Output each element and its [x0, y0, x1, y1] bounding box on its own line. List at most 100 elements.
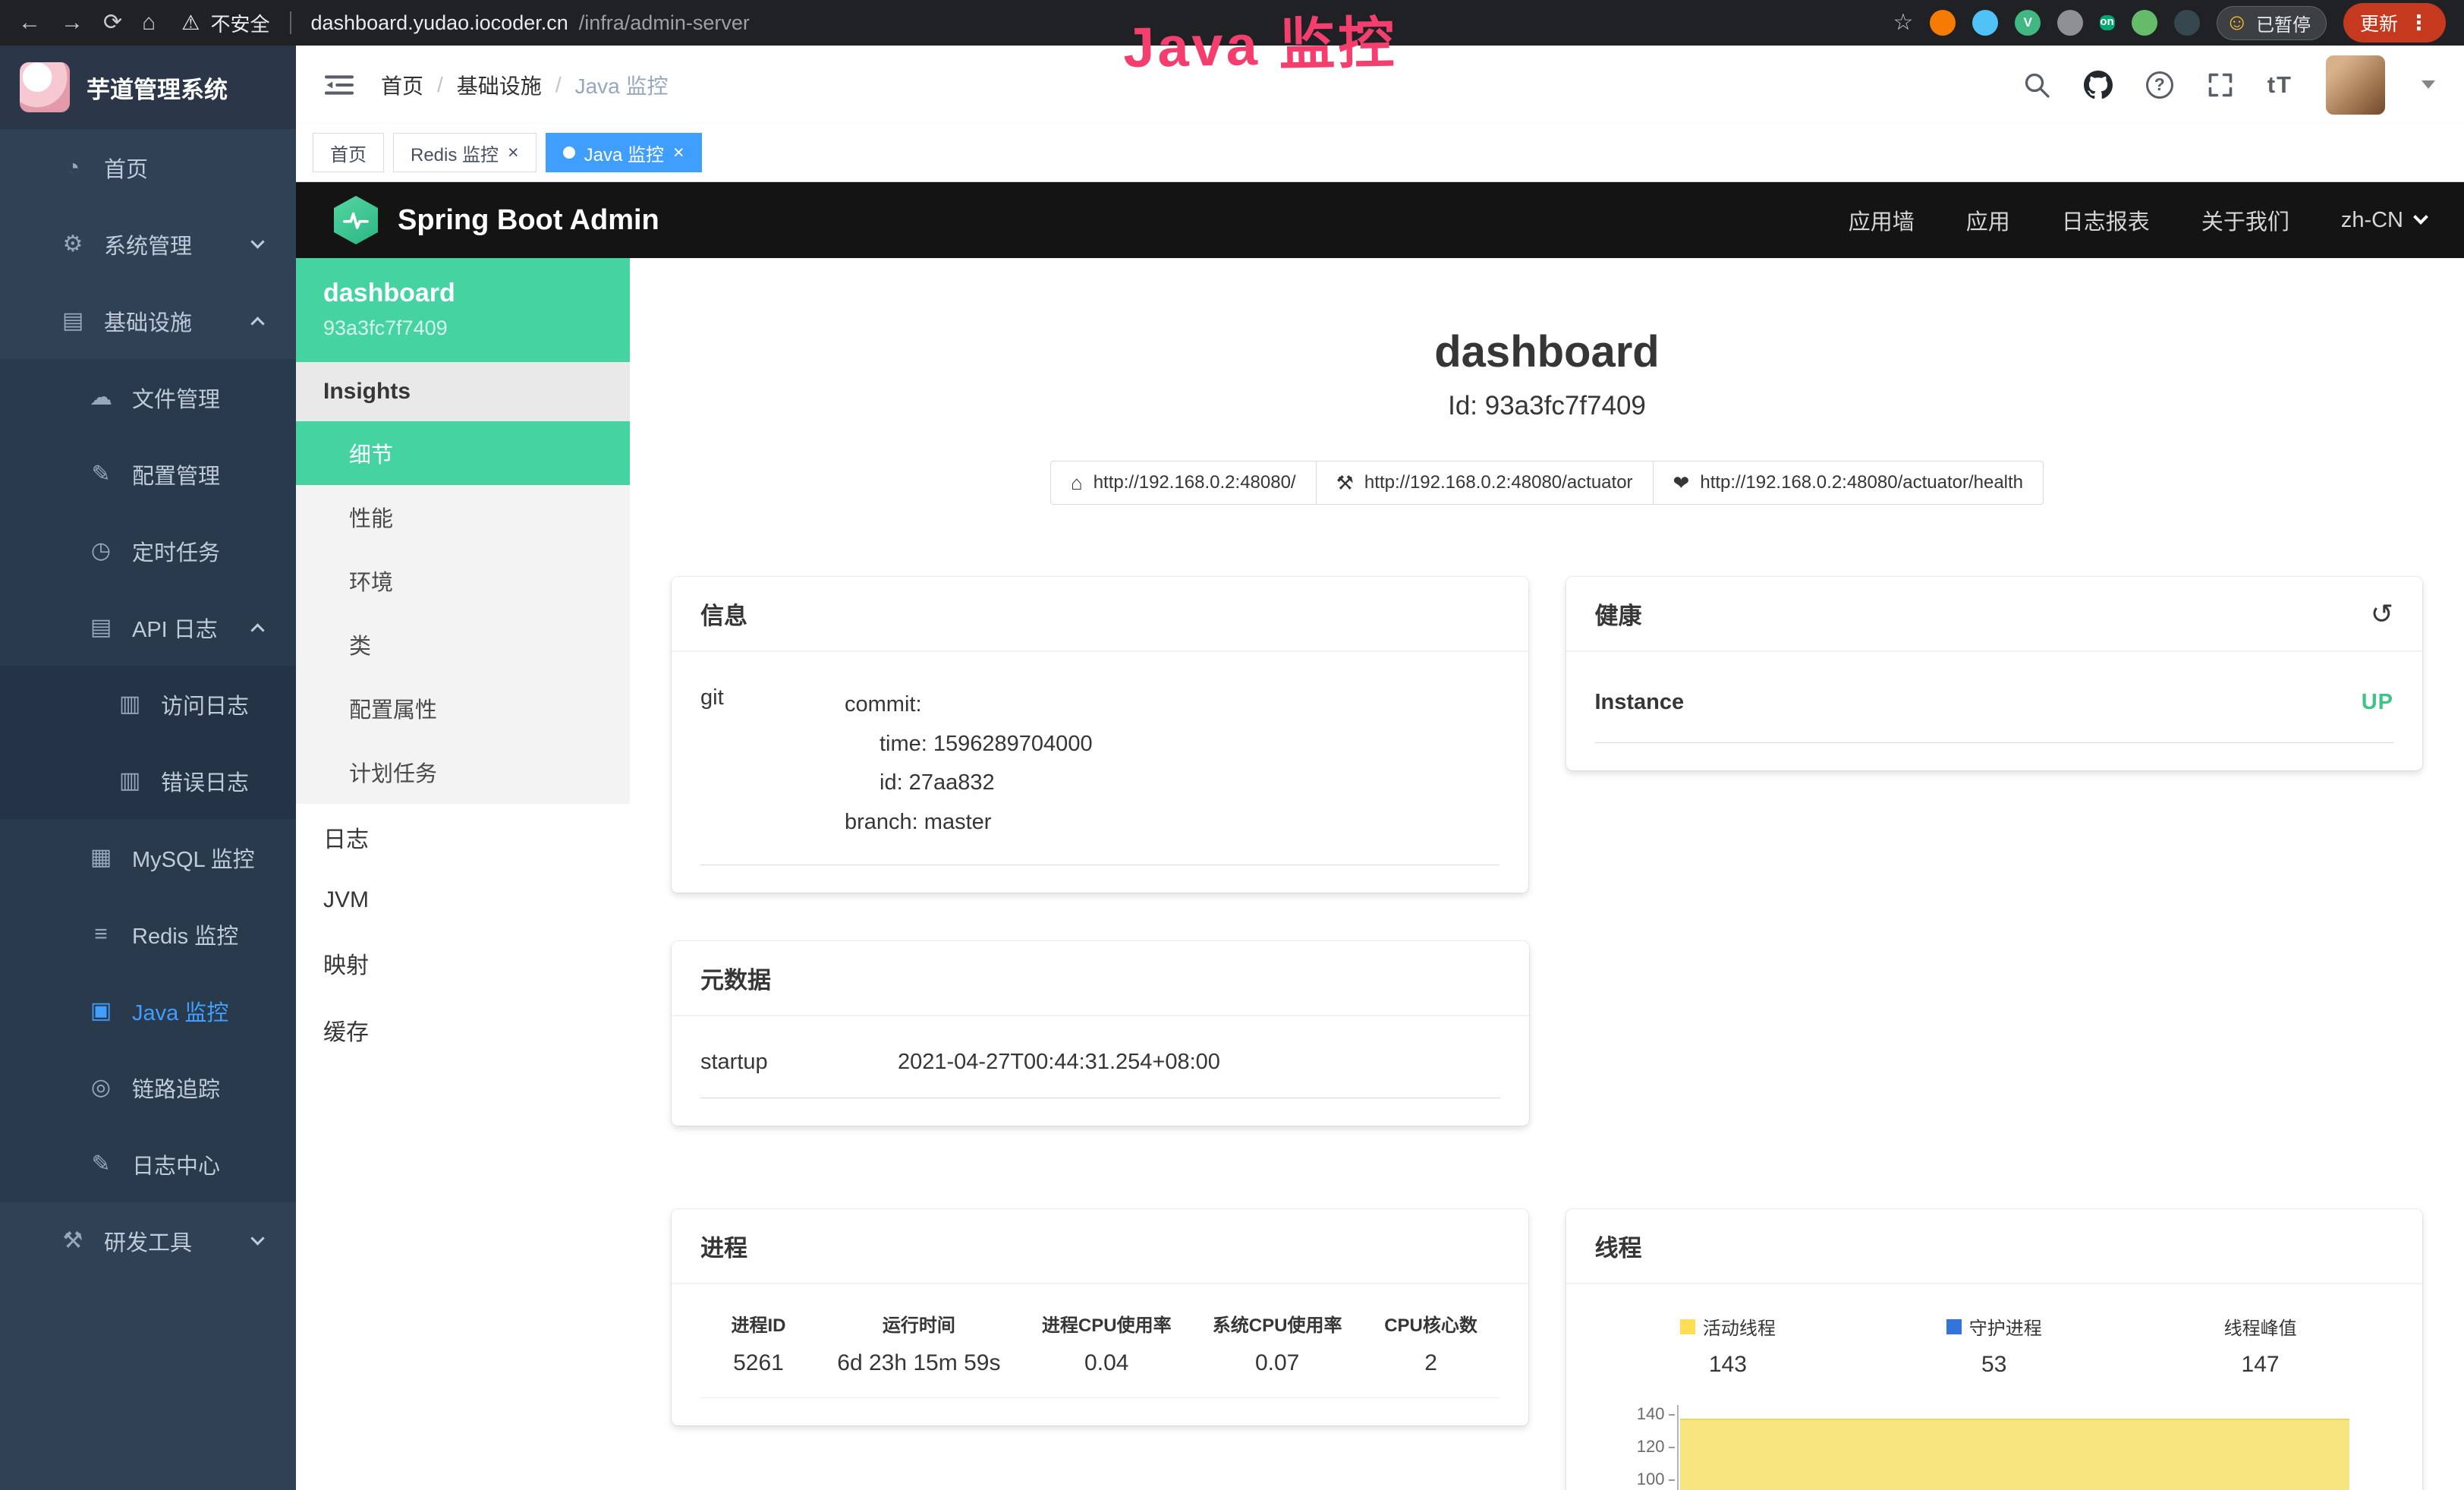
sba-nav-details[interactable]: 细节	[296, 421, 630, 485]
user-avatar[interactable]	[2326, 55, 2385, 115]
sidebar-item-label: 文件管理	[132, 382, 220, 414]
sba-nav-mappings[interactable]: 映射	[296, 930, 630, 997]
sba-nav-logs[interactable]: 日志	[296, 804, 630, 871]
sidebar-item-java-monitor[interactable]: ▣ Java 监控	[0, 972, 296, 1049]
actuator-url-button[interactable]: ⚒ http://192.168.0.2:48080/actuator	[1316, 461, 1654, 505]
extensions-puzzle-icon[interactable]	[2057, 10, 2083, 36]
metadata-card: 元数据 startup 2021-04-27T00:44:31.254+08:0…	[672, 941, 1529, 1126]
url-path: /infra/admin-server	[579, 11, 750, 35]
sidebar-item-label: 首页	[104, 152, 148, 184]
extension-icon-leaf[interactable]	[2132, 10, 2157, 36]
reload-icon[interactable]: ⟳	[103, 11, 122, 34]
sidebar-item-dev-tools[interactable]: ⚒ 研发工具	[0, 1202, 296, 1279]
health-instance-row[interactable]: Instance UP	[1595, 666, 2394, 743]
search-icon[interactable]	[2023, 71, 2050, 99]
font-size-icon[interactable]: tT	[2267, 71, 2292, 99]
bookmark-star-icon[interactable]: ☆	[1893, 11, 1913, 34]
sidebar-item-config-management[interactable]: ✎ 配置管理	[0, 436, 296, 512]
extension-icon-blue[interactable]	[1972, 10, 1998, 36]
sidebar-item-mysql-monitor[interactable]: ▦ MySQL 监控	[0, 819, 296, 896]
caret-down-icon[interactable]	[2422, 80, 2435, 89]
sidebar-item-infrastructure[interactable]: ▤ 基础设施	[0, 282, 296, 359]
browser-update-button[interactable]: 更新 ⋮	[2343, 3, 2446, 43]
forward-icon[interactable]: →	[61, 11, 83, 34]
instance-title: dashboard	[672, 330, 2422, 374]
update-label: 更新	[2360, 9, 2398, 36]
tab-redis-monitor[interactable]: Redis 监控 ×	[393, 133, 537, 172]
sba-nav-wallboard[interactable]: 应用墙	[1849, 204, 1915, 236]
sba-nav-journal[interactable]: 日志报表	[2062, 204, 2150, 236]
instance-url-button[interactable]: ⌂ http://192.168.0.2:48080/	[1050, 461, 1317, 505]
edit-icon: ✎	[85, 1151, 117, 1177]
extension-icon-orange[interactable]	[1930, 10, 1956, 36]
sba-nav-config-props[interactable]: 配置属性	[296, 676, 630, 740]
sba-nav-applications[interactable]: 应用	[1966, 204, 2010, 236]
locale-selector[interactable]: zh-CN	[2341, 208, 2426, 233]
git-branch: branch: master	[845, 803, 1093, 843]
sidebar-item-trace[interactable]: ◎ 链路追踪	[0, 1049, 296, 1126]
close-icon[interactable]: ×	[673, 143, 684, 162]
sba-nav-about[interactable]: 关于我们	[2201, 204, 2289, 236]
browser-home-icon[interactable]: ⌂	[142, 11, 156, 34]
paused-extension-badge[interactable]: ☺ 已暂停	[2217, 6, 2327, 40]
sidebar-item-label: 系统管理	[104, 228, 192, 260]
sba-nav-scheduled-tasks[interactable]: 计划任务	[296, 740, 630, 804]
tools-icon: ⚒	[57, 1227, 89, 1254]
sidebar-item-label: Redis 监控	[132, 918, 238, 950]
uptime-value: 6d 23h 15m 59s	[817, 1341, 1021, 1397]
sidebar-item-redis-monitor[interactable]: ≡ Redis 监控	[0, 896, 296, 972]
sidebar-item-log-center[interactable]: ✎ 日志中心	[0, 1126, 296, 1202]
sidebar-item-home[interactable]: ◔ 首页	[0, 129, 296, 206]
tab-label: 首页	[330, 140, 367, 166]
sidebar-item-label: Java 监控	[132, 995, 228, 1027]
history-icon[interactable]: ↺	[2371, 600, 2393, 628]
sidebar-item-label: 定时任务	[132, 535, 220, 567]
tab-label: Redis 监控	[411, 140, 499, 166]
extension-icon-vue[interactable]: V	[2015, 10, 2041, 36]
close-icon[interactable]: ×	[508, 143, 519, 162]
pid-value: 5261	[700, 1341, 817, 1397]
health-card-title: 健康	[1595, 597, 1642, 631]
sba-nav-environment[interactable]: 环境	[296, 549, 630, 613]
info-card-title: 信息	[700, 597, 747, 631]
fullscreen-icon[interactable]	[2207, 71, 2234, 99]
sidebar-item-file-management[interactable]: ☁ 文件管理	[0, 359, 296, 436]
extension-icon-dark[interactable]	[2174, 10, 2200, 36]
sba-nav-classes[interactable]: 类	[296, 613, 630, 676]
tab-home[interactable]: 首页	[313, 133, 384, 172]
sba-nav-performance[interactable]: 性能	[296, 485, 630, 549]
help-icon[interactable]: ?	[2146, 71, 2173, 99]
breadcrumb-home[interactable]: 首页	[381, 70, 423, 100]
home-icon: ⌂	[1071, 471, 1083, 495]
instance-header[interactable]: dashboard 93a3fc7f7409	[296, 258, 630, 362]
sidebar-item-access-logs[interactable]: ▥ 访问日志	[0, 666, 296, 742]
browser-menu-icon[interactable]: ⋮	[2409, 11, 2429, 35]
address-bar[interactable]: ⚠ 不安全 dashboard.yudao.iocoder.cn/infra/a…	[181, 9, 750, 37]
warning-icon: ⚠	[181, 11, 200, 35]
sidebar-item-api-logs[interactable]: ▤ API 日志	[0, 589, 296, 666]
sba-nav-jvm[interactable]: JVM	[296, 871, 630, 930]
breadcrumb: 首页 / 基础设施 / Java 监控	[381, 70, 669, 100]
sidebar-item-scheduled-tasks[interactable]: ◷ 定时任务	[0, 512, 296, 589]
metadata-startup-row: startup 2021-04-27T00:44:31.254+08:00	[700, 1030, 1500, 1098]
health-card: 健康 ↺ Instance UP	[1566, 577, 2423, 770]
chevron-down-icon	[250, 1231, 264, 1245]
hamburger-icon[interactable]	[325, 73, 354, 97]
sidebar-item-system-management[interactable]: ⚙ 系统管理	[0, 206, 296, 282]
sidebar-item-error-logs[interactable]: ▥ 错误日志	[0, 742, 296, 819]
locale-label: zh-CN	[2341, 208, 2403, 233]
status-badge: UP	[2362, 690, 2393, 715]
back-icon[interactable]: ←	[18, 11, 41, 34]
sba-header: Spring Boot Admin 应用墙 应用 日志报表 关于我们 zh-CN	[296, 182, 2464, 258]
health-url-button[interactable]: ❤ http://192.168.0.2:48080/actuator/heal…	[1653, 461, 2044, 505]
sidebar-item-label: 日志中心	[132, 1148, 220, 1180]
extension-icon-on[interactable]: on	[2100, 15, 2115, 30]
app-logo[interactable]: 芋道管理系统	[0, 46, 296, 129]
breadcrumb-separator: /	[437, 73, 443, 97]
chart-plot-area	[1677, 1405, 2350, 1490]
sba-brand-title: Spring Boot Admin	[398, 204, 659, 237]
github-icon[interactable]	[2084, 71, 2113, 99]
tab-java-monitor[interactable]: Java 监控 ×	[546, 133, 702, 172]
breadcrumb-infrastructure[interactable]: 基础设施	[457, 70, 542, 100]
sba-nav-caches[interactable]: 缓存	[296, 997, 630, 1063]
